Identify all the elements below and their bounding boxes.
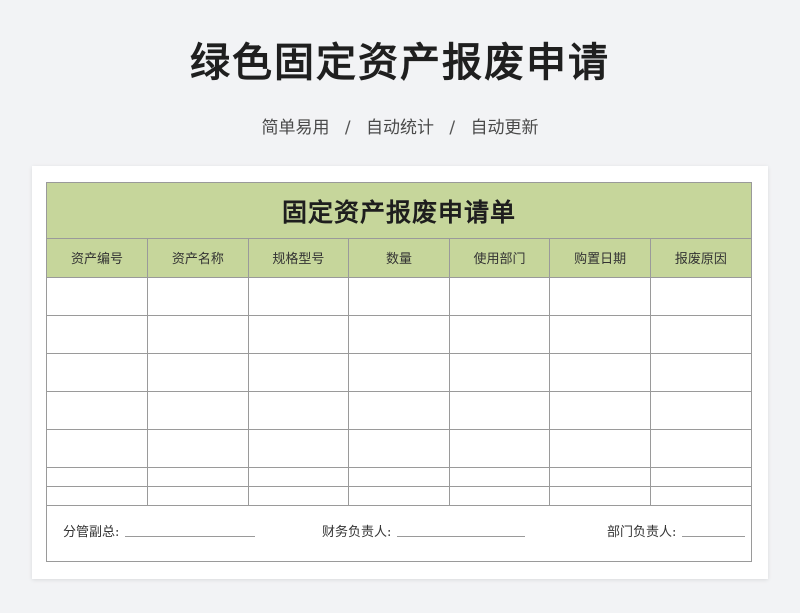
table-cell[interactable] bbox=[448, 390, 551, 430]
signature-line-department[interactable] bbox=[682, 536, 746, 537]
table-cell[interactable] bbox=[348, 352, 450, 392]
signature-vp: 分管副总: bbox=[63, 521, 256, 540]
signature-line-vp[interactable] bbox=[125, 536, 256, 537]
table-cell[interactable] bbox=[147, 352, 249, 392]
column-header-asset-id: 资产编号 bbox=[47, 239, 149, 278]
table-body bbox=[47, 276, 751, 506]
column-header-purchase-date: 购置日期 bbox=[549, 239, 651, 278]
signature-row: 分管副总: 财务负责人: 部门负责人: bbox=[47, 486, 751, 561]
table-cell[interactable] bbox=[448, 276, 551, 316]
table-cell[interactable] bbox=[549, 390, 651, 430]
table-cell[interactable] bbox=[247, 314, 350, 354]
column-header-department: 使用部门 bbox=[448, 239, 551, 278]
table-cell[interactable] bbox=[649, 352, 751, 392]
subtitle-item-2: 自动统计 bbox=[366, 118, 434, 138]
table-cell[interactable] bbox=[47, 352, 149, 392]
signature-finance: 财务负责人: bbox=[322, 521, 526, 540]
table-cell[interactable] bbox=[47, 428, 149, 468]
asset-table: 资产编号 资产名称 规格型号 数量 使用部门 购置日期 报废原因 bbox=[47, 239, 751, 506]
form-sheet: 固定资产报废申请单 资产编号 资产名称 规格型号 数量 使用部门 购置日期 报废… bbox=[46, 182, 752, 562]
table-cell[interactable] bbox=[448, 428, 551, 468]
column-header-quantity: 数量 bbox=[348, 239, 450, 278]
form-card: 固定资产报废申请单 资产编号 资产名称 规格型号 数量 使用部门 购置日期 报废… bbox=[32, 166, 768, 579]
table-cell[interactable] bbox=[348, 276, 450, 316]
table-cell[interactable] bbox=[649, 276, 751, 316]
page-title: 绿色固定资产报废申请 bbox=[190, 40, 610, 86]
table-cell[interactable] bbox=[348, 390, 450, 430]
table-cell[interactable] bbox=[247, 276, 350, 316]
table-cell[interactable] bbox=[147, 428, 249, 468]
column-header-asset-name: 资产名称 bbox=[147, 239, 249, 278]
table-row bbox=[47, 314, 751, 354]
table-cell[interactable] bbox=[549, 314, 651, 354]
table-cell[interactable] bbox=[448, 352, 551, 392]
table-cell[interactable] bbox=[147, 276, 249, 316]
table-header-row: 资产编号 资产名称 规格型号 数量 使用部门 购置日期 报废原因 bbox=[47, 239, 751, 278]
signature-label-vp: 分管副总: bbox=[63, 525, 120, 540]
table-cell[interactable] bbox=[649, 428, 751, 468]
table-cell[interactable] bbox=[649, 390, 751, 430]
table-cell[interactable] bbox=[649, 314, 751, 354]
table-cell[interactable] bbox=[448, 314, 551, 354]
subtitle-separator: / bbox=[449, 118, 456, 138]
table-cell[interactable] bbox=[47, 276, 149, 316]
table-cell[interactable] bbox=[147, 390, 249, 430]
table-cell[interactable] bbox=[348, 428, 450, 468]
subtitle-separator: / bbox=[344, 118, 351, 138]
table-cell[interactable] bbox=[47, 390, 149, 430]
table-cell[interactable] bbox=[47, 314, 149, 354]
table-cell[interactable] bbox=[348, 314, 450, 354]
signature-label-department: 部门负责人: bbox=[607, 525, 677, 540]
form-title: 固定资产报废申请单 bbox=[47, 183, 751, 239]
subtitle: 简单易用 / 自动统计 / 自动更新 bbox=[0, 113, 800, 138]
table-cell[interactable] bbox=[549, 428, 651, 468]
table-cell[interactable] bbox=[247, 428, 350, 468]
column-header-scrap-reason: 报废原因 bbox=[649, 239, 751, 278]
subtitle-item-1: 简单易用 bbox=[261, 118, 330, 138]
table-cell[interactable] bbox=[549, 352, 651, 392]
table-row bbox=[47, 390, 751, 430]
table-cell[interactable] bbox=[247, 352, 350, 392]
table-cell[interactable] bbox=[549, 276, 651, 316]
table-row bbox=[47, 352, 751, 392]
signature-label-finance: 财务负责人: bbox=[322, 525, 392, 540]
signature-department: 部门负责人: bbox=[607, 521, 746, 540]
column-header-spec-model: 规格型号 bbox=[247, 239, 350, 278]
table-row bbox=[47, 428, 751, 468]
table-row bbox=[47, 276, 751, 316]
signature-line-finance[interactable] bbox=[397, 536, 526, 537]
table-cell[interactable] bbox=[247, 390, 350, 430]
table-cell[interactable] bbox=[147, 314, 249, 354]
subtitle-item-3: 自动更新 bbox=[470, 118, 539, 138]
